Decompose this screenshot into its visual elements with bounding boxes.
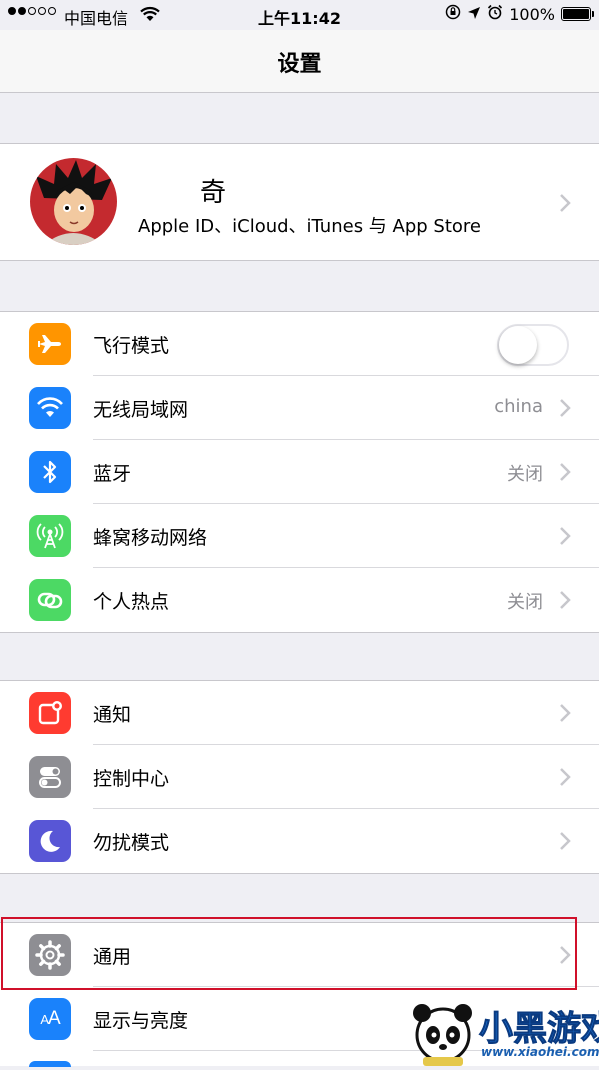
- do-not-disturb-label: 勿扰模式: [93, 832, 170, 854]
- page-title: 设置: [277, 52, 322, 77]
- wifi-network-name: china: [494, 396, 543, 417]
- settings-row-control-center[interactable]: 控制中心: [0, 745, 599, 809]
- avatar: [30, 158, 117, 245]
- airplane-mode-toggle[interactable]: [497, 324, 569, 366]
- alarm-icon: [487, 4, 503, 24]
- notifications-icon: [29, 692, 71, 734]
- partial-row-icon: [29, 1061, 71, 1067]
- highlight-box-general: [1, 917, 577, 990]
- watermark-logo: 小黑游戏 www.xiaohei.com: [405, 995, 599, 1066]
- settings-row-wifi[interactable]: 无线局域网 china: [0, 376, 599, 440]
- settings-row-bluetooth[interactable]: 蓝牙 关闭: [0, 440, 599, 504]
- control-center-icon: [29, 756, 71, 798]
- cellular-label: 蜂窝移动网络: [93, 527, 208, 549]
- account-subtitle: Apple ID、iCloud、iTunes 与 App Store: [138, 216, 481, 237]
- watermark-url: www.xiaohei.com: [481, 1045, 599, 1059]
- bluetooth-icon: [29, 451, 71, 493]
- settings-row-notifications[interactable]: 通知: [0, 681, 599, 745]
- hotspot-icon: [29, 579, 71, 621]
- chevron-right-icon: [560, 832, 571, 850]
- wifi-icon: [29, 387, 71, 429]
- bluetooth-label: 蓝牙: [93, 463, 132, 485]
- settings-row-do-not-disturb[interactable]: 勿扰模式: [0, 809, 599, 873]
- chevron-right-icon: [560, 194, 571, 212]
- battery-icon: [561, 7, 594, 21]
- chevron-right-icon: [560, 399, 571, 417]
- settings-row-personal-hotspot[interactable]: 个人热点 关闭: [0, 568, 599, 632]
- watermark-brand: 小黑游戏: [479, 1009, 599, 1050]
- account-name: 奇: [200, 178, 227, 208]
- moon-icon: [29, 820, 71, 862]
- chevron-right-icon: [560, 527, 571, 545]
- apple-id-profile-row[interactable]: 奇 Apple ID、iCloud、iTunes 与 App Store: [0, 143, 599, 261]
- cellular-icon: [29, 515, 71, 557]
- chevron-right-icon: [560, 463, 571, 481]
- connectivity-group: 飞行模式 无线局域网 china 蓝牙 关闭 蜂窝移动网络 个人热点 关闭: [0, 311, 599, 633]
- hotspot-label: 个人热点: [93, 591, 170, 613]
- display-brightness-label: 显示与亮度: [93, 1010, 189, 1032]
- hotspot-status: 关闭: [507, 592, 543, 613]
- orientation-lock-icon: [445, 4, 461, 24]
- settings-row-airplane-mode: 飞行模式: [0, 312, 599, 376]
- airplane-icon: [29, 323, 71, 365]
- location-icon: [467, 5, 481, 24]
- system-group: 通知 控制中心 勿扰模式: [0, 680, 599, 874]
- settings-row-cellular[interactable]: 蜂窝移动网络: [0, 504, 599, 568]
- notifications-label: 通知: [93, 704, 132, 726]
- airplane-mode-label: 飞行模式: [93, 335, 170, 357]
- chevron-right-icon: [560, 768, 571, 786]
- chevron-right-icon: [560, 591, 571, 609]
- bluetooth-status: 关闭: [507, 464, 543, 485]
- display-brightness-icon: AA: [29, 998, 71, 1040]
- navigation-bar: 设置: [0, 30, 599, 93]
- chevron-right-icon: [560, 704, 571, 722]
- control-center-label: 控制中心: [93, 768, 170, 790]
- battery-percent: 100%: [509, 4, 555, 24]
- wifi-label: 无线局域网: [93, 399, 189, 421]
- status-bar: 中国电信 上午11:42 100%: [0, 0, 599, 30]
